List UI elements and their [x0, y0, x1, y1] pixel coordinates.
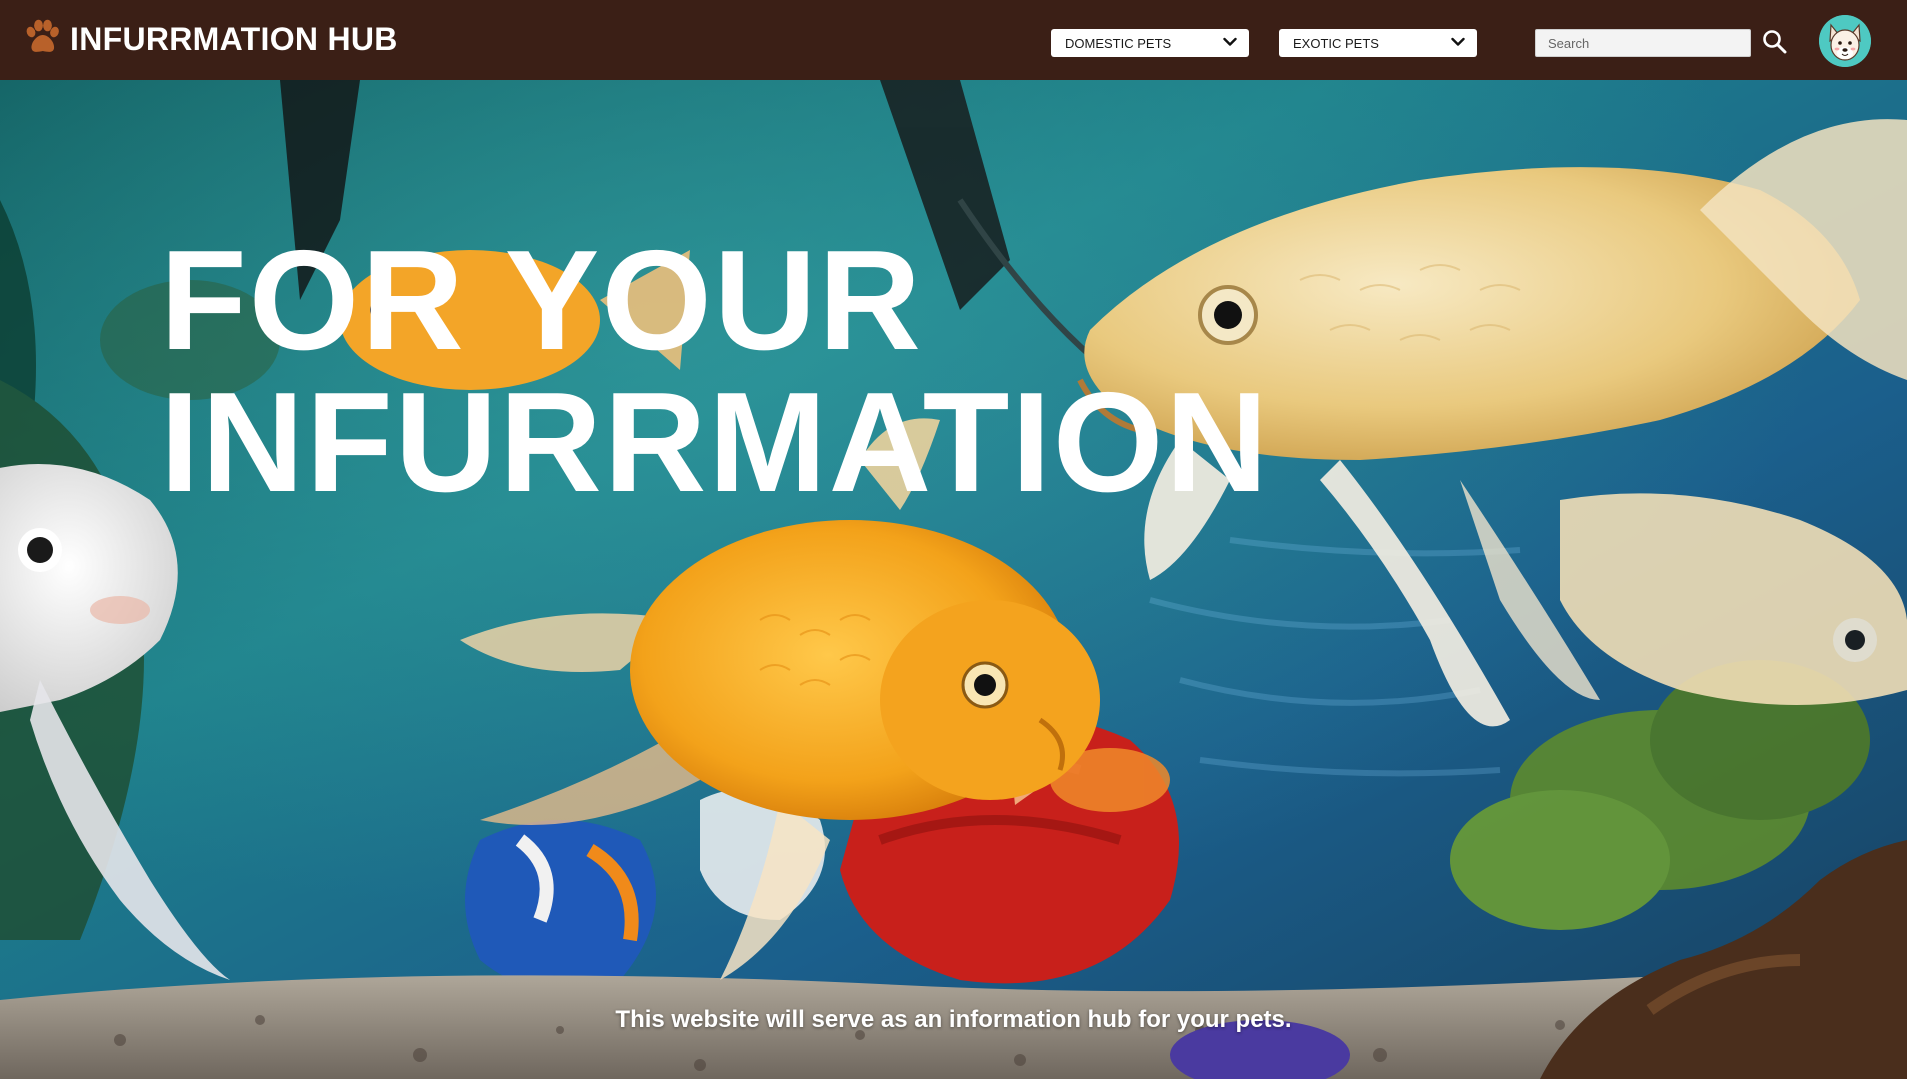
dog-avatar-icon	[1819, 15, 1871, 67]
search-icon	[1761, 30, 1789, 60]
top-navigation-bar: INFURRMATION HUB DOMESTIC PETS EXOTIC PE…	[0, 0, 1907, 80]
exotic-pets-dropdown[interactable]: EXOTIC PETS	[1279, 29, 1477, 57]
exotic-pets-label: EXOTIC PETS	[1293, 35, 1379, 51]
paw-icon	[22, 17, 62, 62]
search-input[interactable]	[1535, 29, 1751, 57]
brand-title: INFURRMATION HUB	[70, 20, 398, 57]
hero-heading-line-1: FOR YOUR	[160, 221, 923, 380]
hero-banner: FOR YOUR INFURRMATION This website will …	[0, 80, 1907, 1079]
search-button[interactable]	[1761, 28, 1789, 56]
hero-heading-line-2: INFURRMATION	[160, 363, 1270, 522]
chevron-down-icon	[1451, 34, 1465, 52]
chevron-down-icon	[1223, 34, 1237, 52]
domestic-pets-label: DOMESTIC PETS	[1065, 35, 1172, 51]
user-avatar[interactable]	[1819, 15, 1871, 67]
brand-home-link[interactable]: INFURRMATION HUB	[22, 14, 398, 64]
page: INFURRMATION HUB DOMESTIC PETS EXOTIC PE…	[0, 0, 1907, 1079]
hero-caption: This website will serve as an informatio…	[615, 1006, 1292, 1033]
domestic-pets-dropdown[interactable]: DOMESTIC PETS	[1051, 29, 1249, 57]
hero-heading: FOR YOUR INFURRMATION	[160, 230, 1270, 514]
